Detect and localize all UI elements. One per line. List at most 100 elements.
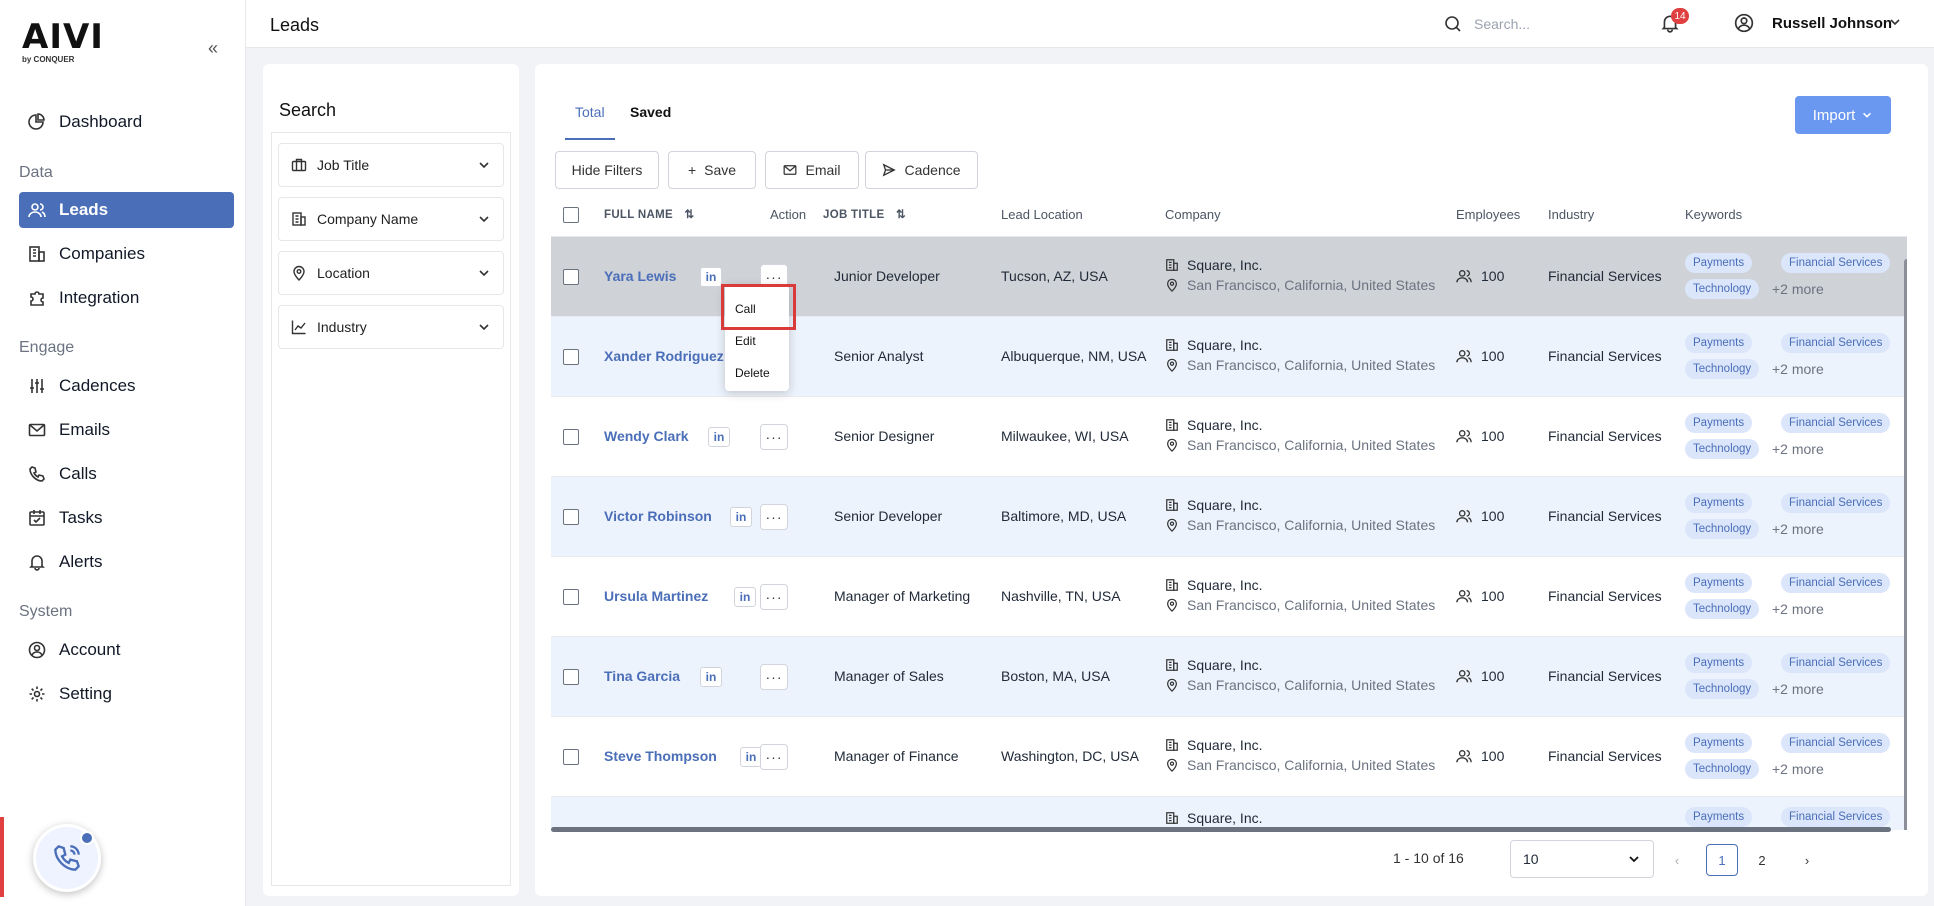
row-checkbox[interactable]	[563, 429, 579, 445]
more-keywords-link[interactable]: +2 more	[1772, 361, 1824, 377]
select-all-checkbox[interactable]	[563, 207, 579, 223]
next-page-button[interactable]: ›	[1791, 844, 1823, 876]
row-checkbox[interactable]	[563, 269, 579, 285]
lead-name-link[interactable]: Wendy Clark	[604, 428, 689, 444]
more-keywords-link[interactable]: +2 more	[1772, 681, 1824, 697]
filter-industry[interactable]: Industry	[278, 305, 504, 349]
page-1-button[interactable]: 1	[1706, 844, 1738, 876]
user-name[interactable]: Russell Johnson	[1772, 15, 1892, 32]
row-action-button[interactable]: ···	[760, 584, 788, 610]
company-name[interactable]: Square, Inc.	[1187, 497, 1263, 513]
phone-icon	[54, 844, 81, 871]
row-checkbox[interactable]	[563, 349, 579, 365]
lead-name-link[interactable]: Yara Lewis	[604, 268, 676, 284]
keyword-tag: Financial Services	[1781, 733, 1891, 753]
sidebar-item-setting[interactable]: Setting	[19, 676, 234, 712]
sidebar-item-label: Dashboard	[59, 112, 143, 131]
row-checkbox[interactable]	[563, 589, 579, 605]
keyword-tag: Technology	[1685, 439, 1760, 459]
row-action-button[interactable]: ···	[760, 664, 788, 690]
tab-total[interactable]: Total	[565, 104, 615, 140]
filter-company-name[interactable]: Company Name	[278, 197, 504, 241]
vertical-scrollbar[interactable]	[1904, 259, 1907, 830]
company-name[interactable]: Square, Inc.	[1187, 810, 1263, 826]
more-keywords-link[interactable]: +2 more	[1772, 441, 1824, 457]
linkedin-icon[interactable]: in	[734, 587, 756, 607]
table-row[interactable]: Wendy Clark in ··· Senior Designer Milwaukee…	[551, 397, 1907, 477]
linkedin-icon[interactable]: in	[740, 747, 762, 767]
tab-saved[interactable]: Saved	[630, 104, 671, 140]
more-keywords-link[interactable]: +2 more	[1772, 521, 1824, 537]
menu-item-edit[interactable]: Edit	[735, 334, 756, 348]
user-avatar-icon[interactable]	[1734, 13, 1754, 36]
more-keywords-link[interactable]: +2 more	[1772, 761, 1824, 777]
table-row[interactable]: Square, Inc. Payments Financial Services	[551, 797, 1907, 830]
row-checkbox[interactable]	[563, 749, 579, 765]
horizontal-scrollbar[interactable]	[551, 827, 1891, 832]
send-icon	[883, 163, 897, 177]
sidebar-item-alerts[interactable]: Alerts	[19, 544, 234, 580]
lead-name-link[interactable]: Tina Garcia	[604, 668, 680, 684]
page-size-select[interactable]: 10	[1510, 840, 1654, 878]
search-input[interactable]	[1474, 12, 1624, 36]
linkedin-icon[interactable]: in	[700, 667, 722, 687]
company-name[interactable]: Square, Inc.	[1187, 257, 1263, 273]
linkedin-icon[interactable]: in	[730, 507, 752, 527]
more-keywords-link[interactable]: +2 more	[1772, 601, 1824, 617]
hide-filters-button[interactable]: Hide Filters	[555, 151, 659, 189]
sidebar-item-tasks[interactable]: Tasks	[19, 500, 234, 536]
sidebar-item-companies[interactable]: Companies	[19, 236, 234, 272]
sort-icon: ⇅	[895, 209, 906, 221]
linkedin-icon[interactable]: in	[700, 267, 722, 287]
col-job-title[interactable]: JOB TITLE ⇅	[823, 207, 906, 221]
search-icon[interactable]	[1444, 15, 1462, 36]
dialer-button[interactable]	[33, 824, 101, 892]
sidebar-item-calls[interactable]: Calls	[19, 456, 234, 492]
company-name[interactable]: Square, Inc.	[1187, 417, 1263, 433]
email-button[interactable]: Email	[765, 151, 859, 189]
table-row[interactable]: Tina Garcia in ··· Manager of Sales Boston, …	[551, 637, 1907, 717]
page-size-value: 10	[1523, 851, 1539, 867]
linkedin-icon[interactable]: in	[708, 427, 730, 447]
collapse-sidebar-icon[interactable]: «	[208, 38, 218, 59]
row-action-button[interactable]: ···	[760, 744, 788, 770]
sidebar-item-cadences[interactable]: Cadences	[19, 368, 234, 404]
keyword-tag: Technology	[1685, 519, 1760, 539]
sidebar-item-leads[interactable]: Leads	[19, 192, 234, 228]
cadence-button[interactable]: Cadence	[865, 151, 978, 189]
row-checkbox[interactable]	[563, 509, 579, 525]
filter-job-title[interactable]: Job Title	[278, 143, 504, 187]
lead-name-link[interactable]: Xander Rodriguez	[604, 348, 724, 364]
save-button[interactable]: + Save	[668, 151, 756, 189]
phone-icon	[27, 464, 47, 484]
table-row[interactable]: Steve Thompson in ··· Manager of Finance Was…	[551, 717, 1907, 797]
prev-page-button[interactable]: ‹	[1661, 844, 1693, 876]
col-full-name[interactable]: FULL NAME ⇅	[604, 207, 694, 221]
company-name[interactable]: Square, Inc.	[1187, 577, 1263, 593]
more-keywords-link[interactable]: +2 more	[1772, 281, 1824, 297]
company-name[interactable]: Square, Inc.	[1187, 657, 1263, 673]
sidebar-item-dashboard[interactable]: Dashboard	[19, 104, 234, 140]
chevron-down-icon[interactable]	[1888, 15, 1902, 32]
filter-location[interactable]: Location	[278, 251, 504, 295]
row-action-button[interactable]: ···	[760, 504, 788, 530]
sidebar-item-emails[interactable]: Emails	[19, 412, 234, 448]
company-name[interactable]: Square, Inc.	[1187, 337, 1263, 353]
import-button[interactable]: Import	[1795, 96, 1891, 134]
page-2-button[interactable]: 2	[1746, 844, 1778, 876]
sidebar-item-integration[interactable]: Integration	[19, 280, 234, 316]
col-company: Company	[1165, 207, 1221, 222]
sidebar-item-account[interactable]: Account	[19, 632, 234, 668]
lead-name-link[interactable]: Ursula Martinez	[604, 588, 708, 604]
row-action-button[interactable]: ···	[760, 424, 788, 450]
brand-logo[interactable]: AIVI by CONQUER	[22, 20, 104, 64]
lead-name-link[interactable]: Victor Robinson	[604, 508, 712, 524]
table-row[interactable]: Ursula Martinez in ··· Manager of Marketing…	[551, 557, 1907, 637]
table-row[interactable]: Victor Robinson in ··· Senior Developer Balt…	[551, 477, 1907, 557]
lead-name-link[interactable]: Steve Thompson	[604, 748, 717, 764]
menu-item-delete[interactable]: Delete	[735, 366, 770, 380]
sidebar-item-label: Emails	[59, 420, 111, 439]
row-checkbox[interactable]	[563, 669, 579, 685]
mail-icon	[784, 165, 797, 175]
company-name[interactable]: Square, Inc.	[1187, 737, 1263, 753]
